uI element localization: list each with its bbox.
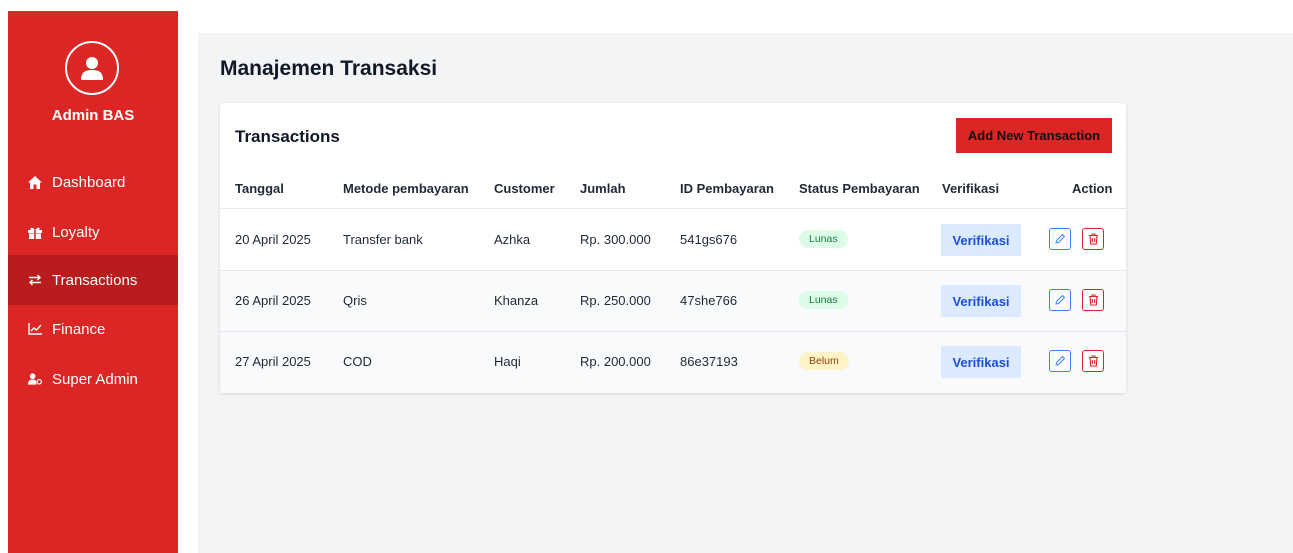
pencil-icon bbox=[1055, 355, 1066, 366]
column-header-verifikasi: Verifikasi bbox=[942, 181, 1000, 196]
main-content: Manajemen Transaksi Transactions Add New… bbox=[198, 33, 1293, 553]
cell-metode: COD bbox=[343, 354, 372, 369]
status-badge: Lunas bbox=[799, 230, 848, 248]
sidebar-item-label: Transactions bbox=[52, 271, 138, 289]
edit-button[interactable] bbox=[1049, 228, 1071, 250]
edit-button[interactable] bbox=[1049, 350, 1071, 372]
sidebar-item-label: Finance bbox=[52, 320, 106, 338]
trash-icon bbox=[1088, 233, 1098, 245]
column-header-action: Action bbox=[1072, 181, 1113, 196]
table-header: Tanggal Metode pembayaran Customer Jumla… bbox=[220, 169, 1126, 209]
cell-tanggal: 26 April 2025 bbox=[235, 293, 311, 308]
admin-name: Admin BAS bbox=[51, 107, 135, 124]
status-badge: Belum bbox=[799, 352, 849, 370]
column-header-jumlah: Jumlah bbox=[580, 181, 626, 196]
sidebar-item-super-admin[interactable]: Super Admin bbox=[8, 354, 178, 404]
sidebar-item-label: Loyalty bbox=[52, 223, 100, 241]
cell-id: 86e37193 bbox=[680, 354, 738, 369]
sidebar-item-label: Super Admin bbox=[52, 370, 138, 388]
cell-tanggal: 27 April 2025 bbox=[235, 354, 311, 369]
edit-button[interactable] bbox=[1049, 289, 1071, 311]
delete-button[interactable] bbox=[1082, 350, 1104, 372]
delete-button[interactable] bbox=[1082, 289, 1104, 311]
cell-metode: Transfer bank bbox=[343, 232, 423, 247]
trash-icon bbox=[1088, 355, 1098, 367]
cell-tanggal: 20 April 2025 bbox=[235, 232, 311, 247]
sidebar-item-transactions[interactable]: Transactions bbox=[8, 255, 178, 305]
sidebar-item-dashboard[interactable]: Dashboard bbox=[8, 157, 178, 207]
sidebar-item-loyalty[interactable]: Loyalty bbox=[8, 207, 178, 257]
table-row: 26 April 2025 Qris Khanza Rp. 250.000 47… bbox=[220, 271, 1126, 332]
gift-icon bbox=[28, 225, 42, 239]
avatar[interactable] bbox=[65, 41, 119, 95]
card-title: Transactions bbox=[235, 127, 340, 146]
cell-jumlah: Rp. 300.000 bbox=[580, 232, 651, 247]
trash-icon bbox=[1088, 294, 1098, 306]
verify-button[interactable]: Verifikasi bbox=[941, 285, 1021, 317]
table-row: 20 April 2025 Transfer bank Azhka Rp. 30… bbox=[220, 210, 1126, 271]
cell-customer: Haqi bbox=[494, 354, 521, 369]
cell-customer: Azhka bbox=[494, 232, 531, 247]
cell-id: 47she766 bbox=[680, 293, 738, 308]
cell-jumlah: Rp. 250.000 bbox=[580, 293, 651, 308]
cell-id: 541gs676 bbox=[680, 232, 738, 247]
verify-button[interactable]: Verifikasi bbox=[941, 346, 1021, 378]
sidebar-item-label: Dashboard bbox=[52, 173, 126, 191]
column-header-customer: Customer bbox=[494, 181, 555, 196]
column-header-metode: Metode pembayaran bbox=[343, 181, 469, 196]
pencil-icon bbox=[1055, 233, 1066, 244]
sidebar: Admin BAS Dashboard Loyalty Transactions… bbox=[8, 11, 178, 553]
status-badge: Lunas bbox=[799, 291, 848, 309]
column-header-status: Status Pembayaran bbox=[799, 181, 920, 196]
cell-metode: Qris bbox=[343, 293, 367, 308]
page-title: Manajemen Transaksi bbox=[220, 57, 438, 80]
verify-button[interactable]: Verifikasi bbox=[941, 224, 1021, 256]
user-cog-icon bbox=[28, 372, 42, 386]
table-row: 27 April 2025 COD Haqi Rp. 200.000 86e37… bbox=[220, 332, 1126, 393]
home-icon bbox=[28, 175, 42, 189]
user-icon bbox=[81, 57, 103, 80]
pencil-icon bbox=[1055, 294, 1066, 305]
sidebar-item-finance[interactable]: Finance bbox=[8, 304, 178, 354]
transactions-card: Transactions Add New Transaction Tanggal… bbox=[220, 103, 1126, 393]
delete-button[interactable] bbox=[1082, 228, 1104, 250]
add-transaction-button[interactable]: Add New Transaction bbox=[956, 118, 1112, 153]
chart-line-icon bbox=[28, 322, 42, 336]
arrows-exchange-icon bbox=[28, 273, 42, 287]
cell-customer: Khanza bbox=[494, 293, 539, 308]
cell-jumlah: Rp. 200.000 bbox=[580, 354, 651, 369]
column-header-id: ID Pembayaran bbox=[680, 181, 774, 196]
column-header-tanggal: Tanggal bbox=[235, 181, 284, 196]
